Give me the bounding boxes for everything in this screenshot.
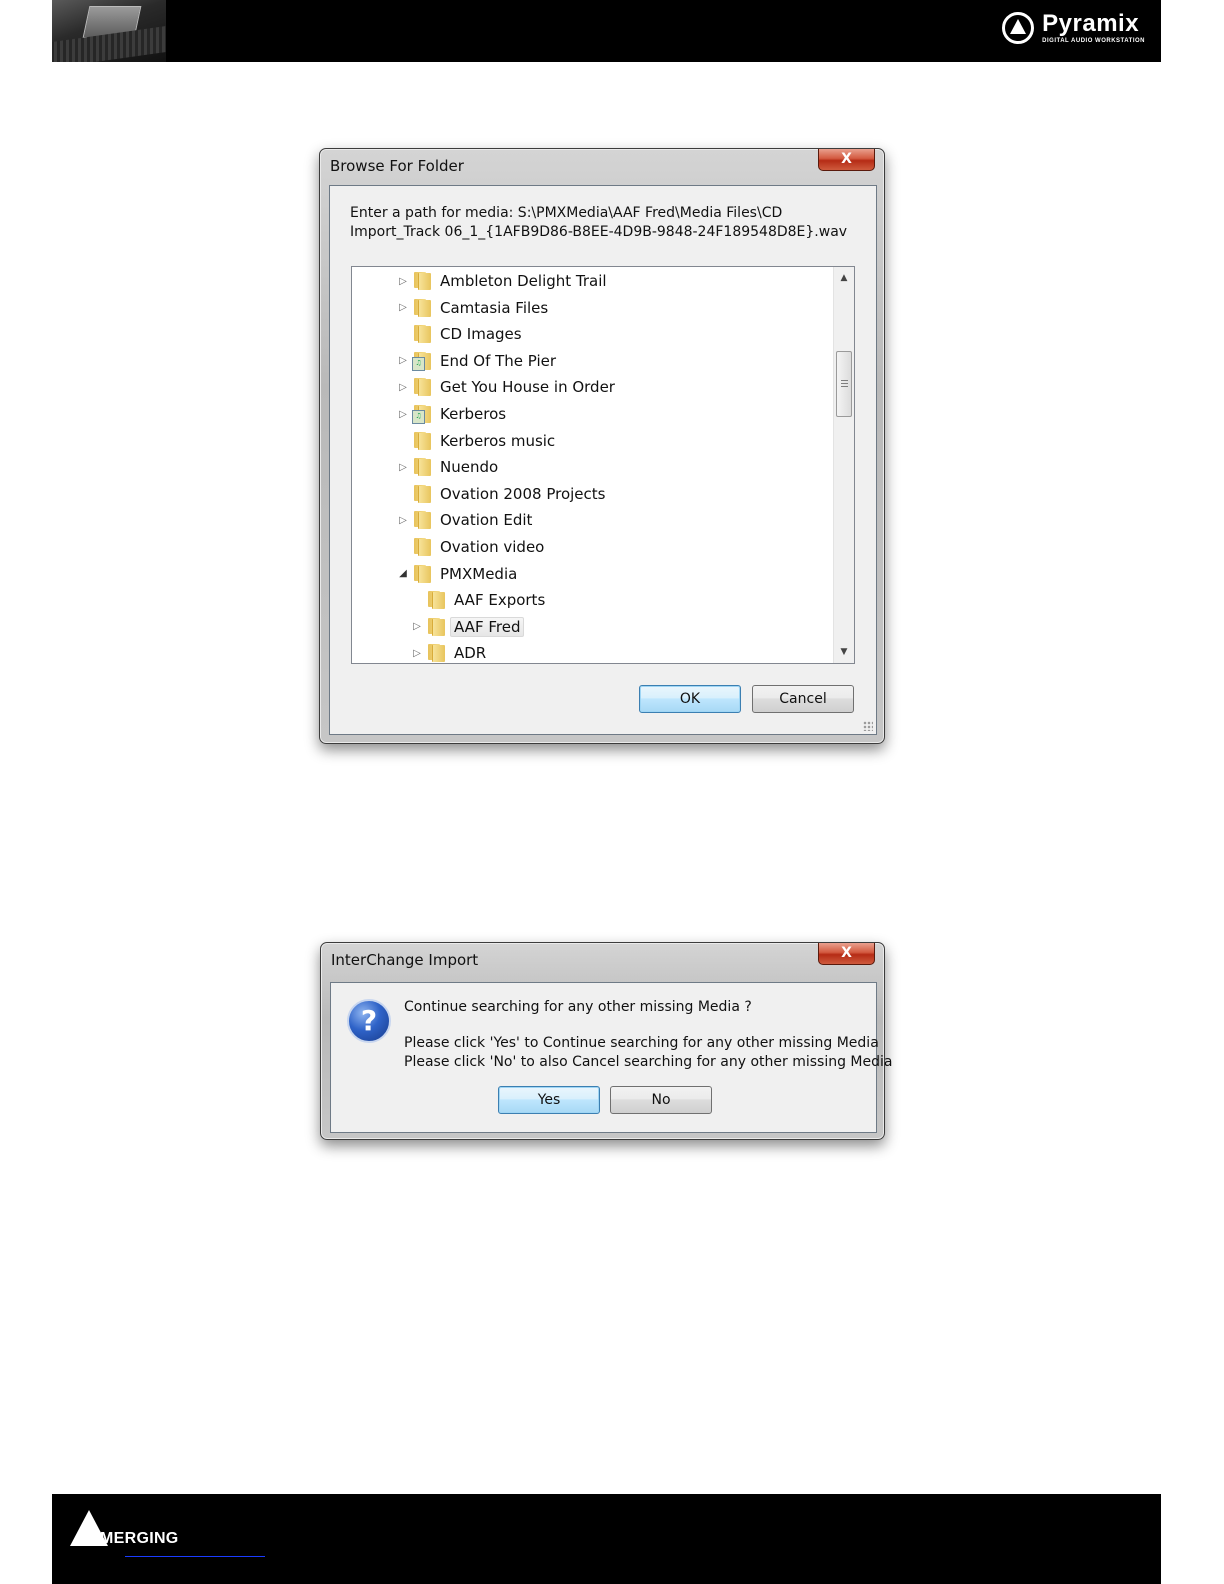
folder-tree-item[interactable]: ▷ Get You House in Order	[396, 374, 615, 400]
close-button[interactable]: X	[818, 149, 875, 171]
no-button[interactable]: No	[610, 1086, 712, 1114]
folder-icon: ♫	[412, 351, 432, 371]
folder-label: Get You House in Order	[440, 378, 615, 397]
footer-link-underline[interactable]	[125, 1556, 265, 1557]
pyramix-logo-icon	[1002, 12, 1035, 44]
scroll-thumb[interactable]	[836, 351, 852, 417]
browse-for-folder-dialog: Browse For Folder X Enter a path for med…	[319, 148, 885, 744]
folder-icon	[412, 564, 432, 583]
folder-label: Camtasia Files	[440, 298, 549, 317]
expand-arrow-icon[interactable]: ▷	[410, 621, 424, 632]
folder-tree-item[interactable]: CD Images	[396, 321, 522, 347]
merging-brand: MERGING	[70, 1510, 179, 1547]
folder-label: CD Images	[440, 325, 522, 344]
folder-icon	[412, 325, 432, 344]
folder-icon	[412, 272, 432, 290]
folder-label: Nuendo	[440, 458, 499, 477]
dialog-client: Enter a path for media: S:\PMXMedia\AAF …	[329, 185, 877, 735]
media-badge-icon: ♫	[412, 410, 425, 424]
folder-tree-item[interactable]: ▷ ADR	[410, 640, 487, 663]
interchange-import-dialog: InterChange Import X ? Continue searchin…	[320, 942, 892, 1140]
folder-icon	[412, 431, 432, 450]
folder-icon	[412, 298, 432, 317]
folder-label: PMXMedia	[440, 564, 518, 583]
no-instruction: Please click 'No' to also Cancel searchi…	[404, 1054, 893, 1070]
folder-tree-item[interactable]: ▷ Camtasia Files	[396, 295, 548, 321]
yes-button[interactable]: Yes	[498, 1086, 600, 1114]
page-footer: MERGING	[52, 1494, 1161, 1584]
folder-tree-item[interactable]: ▷ AAF Fred	[410, 614, 525, 640]
expand-arrow-icon[interactable]: ▷	[396, 355, 410, 366]
folder-tree-item[interactable]: ▷ Ovation Edit	[396, 507, 532, 533]
folder-tree[interactable]: ▷ ADR ▷ AAF Fred AAF Exports ◢ PMXMedia Ovation…	[351, 266, 855, 664]
folder-icon: ♫	[412, 405, 432, 424]
expand-arrow-icon[interactable]: ▷	[396, 276, 410, 287]
folder-label: AAF Exports	[454, 591, 546, 610]
resize-grip-icon[interactable]	[863, 721, 873, 731]
folder-tree-item[interactable]: ▷ ♫ Kerberos	[396, 401, 506, 427]
folder-label: Kerberos music	[440, 431, 556, 450]
media-badge-icon: ♫	[412, 356, 425, 371]
folder-tree-item[interactable]: Ovation 2008 Projects	[396, 481, 605, 507]
folder-icon	[412, 538, 432, 556]
folder-label: Ovation video	[440, 538, 545, 556]
folder-label: ADR	[454, 644, 487, 663]
pyramix-brand: Pyramix DIGITAL AUDIO WORKSTATION	[1002, 12, 1145, 44]
folder-label: Ambleton Delight Trail	[440, 272, 607, 290]
folder-icon	[426, 591, 446, 610]
prompt-line-2: Import_Track 06_1_{1AFB9D86-B8EE-4D9B-98…	[350, 224, 848, 240]
folder-label: AAF Fred	[450, 616, 525, 637]
expand-arrow-icon[interactable]: ▷	[396, 382, 410, 393]
dialog-title: InterChange Import	[331, 951, 479, 969]
folder-tree-item[interactable]: ▷ ♫ End Of The Pier	[396, 348, 556, 374]
brand-tagline: DIGITAL AUDIO WORKSTATION	[1042, 38, 1145, 44]
studio-photo	[52, 0, 166, 62]
folder-tree-item[interactable]: ▷ Ambleton Delight Trail	[396, 268, 607, 294]
vertical-scrollbar[interactable]: ▲ ▼	[833, 267, 854, 663]
collapse-arrow-icon[interactable]: ◢	[396, 568, 410, 579]
folder-tree-item[interactable]: Kerberos music	[396, 428, 555, 454]
expand-arrow-icon[interactable]: ▷	[396, 515, 410, 526]
folder-icon	[412, 484, 432, 503]
company-name: MERGING	[100, 1530, 179, 1547]
expand-arrow-icon[interactable]: ▷	[396, 409, 410, 420]
dialog-title: Browse For Folder	[330, 157, 464, 175]
folder-label: Ovation Edit	[440, 511, 533, 530]
brand-name: Pyramix	[1042, 10, 1140, 37]
expand-arrow-icon[interactable]: ▷	[396, 302, 410, 313]
question-text: Continue searching for any other missing…	[404, 999, 752, 1015]
folder-icon	[412, 511, 432, 530]
folder-icon	[426, 617, 446, 636]
expand-arrow-icon[interactable]: ▷	[410, 648, 424, 659]
folder-tree-item[interactable]: ◢ PMXMedia	[396, 561, 517, 587]
scroll-down-arrow-icon[interactable]: ▼	[834, 643, 854, 661]
expand-arrow-icon[interactable]: ▷	[396, 462, 410, 473]
dialog-client: ? Continue searching for any other missi…	[330, 982, 892, 1133]
folder-icon	[412, 458, 432, 477]
ok-button[interactable]: OK	[639, 685, 741, 713]
folder-tree-item[interactable]: ▷ Nuendo	[396, 454, 498, 480]
folder-icon	[426, 644, 446, 663]
folder-label: End Of The Pier	[440, 351, 557, 370]
question-icon: ?	[347, 999, 391, 1043]
cancel-button[interactable]: Cancel	[752, 685, 854, 713]
folder-icon	[412, 378, 432, 397]
folder-label: Ovation 2008 Projects	[440, 484, 606, 503]
folder-label: Kerberos	[440, 405, 507, 423]
prompt-line-1: Enter a path for media: S:\PMXMedia\AAF …	[350, 205, 783, 221]
scroll-up-arrow-icon[interactable]: ▲	[834, 269, 854, 287]
folder-tree-item[interactable]: Ovation video	[396, 534, 544, 560]
folder-tree-item[interactable]: AAF Exports	[410, 587, 545, 613]
path-prompt: Enter a path for media: S:\PMXMedia\AAF …	[350, 204, 850, 242]
page-header: Pyramix DIGITAL AUDIO WORKSTATION	[52, 0, 1161, 62]
close-button[interactable]: X	[818, 943, 875, 965]
yes-instruction: Please click 'Yes' to Continue searching…	[404, 1035, 879, 1051]
